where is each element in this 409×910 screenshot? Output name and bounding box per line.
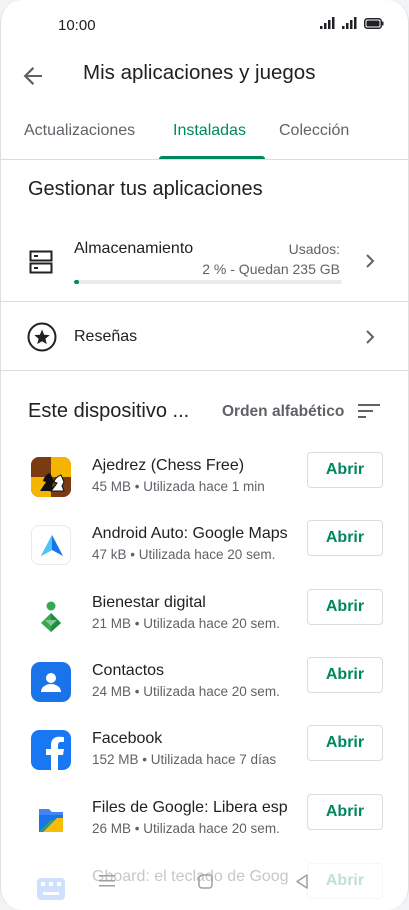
app-row[interactable]: Bienestar digital 21 MB • Utilizada hace…	[1, 589, 408, 662]
reviews-label: Reseñas	[74, 328, 138, 345]
storage-used-label: Usados:	[288, 241, 340, 257]
tab-updates[interactable]: Actualizaciones	[24, 122, 135, 140]
battery-icon	[364, 17, 384, 29]
back-nav-icon[interactable]	[295, 874, 309, 889]
reviews-row[interactable]: Reseñas	[1, 303, 408, 371]
storage-label: Almacenamiento	[74, 240, 194, 257]
device-section-title: Este dispositivo ...	[28, 400, 190, 422]
app-name: Files de Google: Libera espacio	[92, 799, 288, 816]
app-name: Bienestar digital	[92, 594, 206, 611]
android-auto-icon	[31, 525, 71, 565]
sort-icon[interactable]	[357, 402, 381, 420]
app-bar: Mis aplicaciones y juegos	[1, 48, 408, 104]
app-row[interactable]: Ajedrez (Chess Free) 45 MB • Utilizada h…	[1, 452, 408, 525]
app-meta: 47 kB • Utilizada hace 20 sem.	[92, 547, 276, 562]
open-button[interactable]: Abrir	[307, 725, 383, 761]
tab-installed[interactable]: Instaladas	[173, 122, 246, 140]
app-meta: 152 MB • Utilizada hace 7 días	[92, 752, 277, 767]
app-name: Android Auto: Google Maps	[92, 525, 288, 542]
page-title: Mis aplicaciones y juegos	[83, 61, 316, 84]
app-name: Facebook	[92, 730, 163, 747]
open-button[interactable]: Abrir	[307, 657, 383, 693]
home-icon[interactable]	[198, 874, 213, 889]
open-button[interactable]: Abrir	[307, 452, 383, 488]
storage-detail: 2 % - Quedan 235 GB	[202, 261, 340, 277]
app-row[interactable]: Android Auto: Google Maps 47 kB • Utiliz…	[1, 520, 408, 593]
app-row[interactable]: Contactos 24 MB • Utilizada hace 20 sem.…	[1, 657, 408, 730]
back-button[interactable]	[15, 58, 51, 94]
app-meta: 26 MB • Utilizada hace 20 sem.	[92, 821, 280, 836]
app-row[interactable]: Files de Google: Libera espacio 26 MB • …	[1, 794, 408, 867]
app-meta: 21 MB • Utilizada hace 20 sem.	[92, 616, 280, 631]
status-icons	[320, 17, 384, 29]
tab-library[interactable]: Colección	[279, 122, 349, 140]
star-circle-icon	[27, 322, 57, 352]
status-time: 10:00	[58, 17, 96, 34]
app-row[interactable]: Facebook 152 MB • Utilizada hace 7 días …	[1, 725, 408, 798]
files-icon	[31, 799, 71, 839]
phone-screen: 10:00 Mis aplicaciones y juegos Actualiz…	[0, 0, 409, 910]
contacts-icon	[31, 662, 71, 702]
digital-wellbeing-icon	[31, 594, 71, 634]
storage-progress-fill	[74, 280, 80, 284]
app-name: Contactos	[92, 662, 165, 679]
chevron-right-icon	[366, 330, 375, 344]
status-bar: 10:00	[1, 0, 408, 48]
tab-indicator	[159, 156, 265, 159]
storage-row[interactable]: Almacenamiento Usados: 2 % - Quedan 235 …	[1, 220, 408, 302]
chevron-right-icon	[366, 254, 375, 268]
app-meta: 45 MB • Utilizada hace 1 min	[92, 479, 265, 494]
app-name: Ajedrez (Chess Free)	[92, 457, 245, 474]
signal-icon-2	[342, 17, 357, 29]
tab-bar: Actualizaciones Instaladas Colección	[1, 104, 408, 160]
menu-icon[interactable]	[99, 874, 115, 888]
storage-progress-bar	[74, 280, 342, 284]
signal-icon	[320, 17, 335, 29]
open-button[interactable]: Abrir	[307, 589, 383, 625]
system-nav-bar	[1, 870, 408, 900]
facebook-icon	[31, 730, 71, 770]
open-button[interactable]: Abrir	[307, 794, 383, 830]
app-meta: 24 MB • Utilizada hace 20 sem.	[92, 684, 280, 699]
open-button[interactable]: Abrir	[307, 520, 383, 556]
sort-button[interactable]: Orden alfabético	[222, 403, 344, 421]
manage-apps-title: Gestionar tus aplicaciones	[28, 178, 263, 200]
arrow-back-icon	[23, 67, 42, 85]
chess-icon	[31, 457, 71, 497]
storage-icon	[29, 250, 53, 274]
